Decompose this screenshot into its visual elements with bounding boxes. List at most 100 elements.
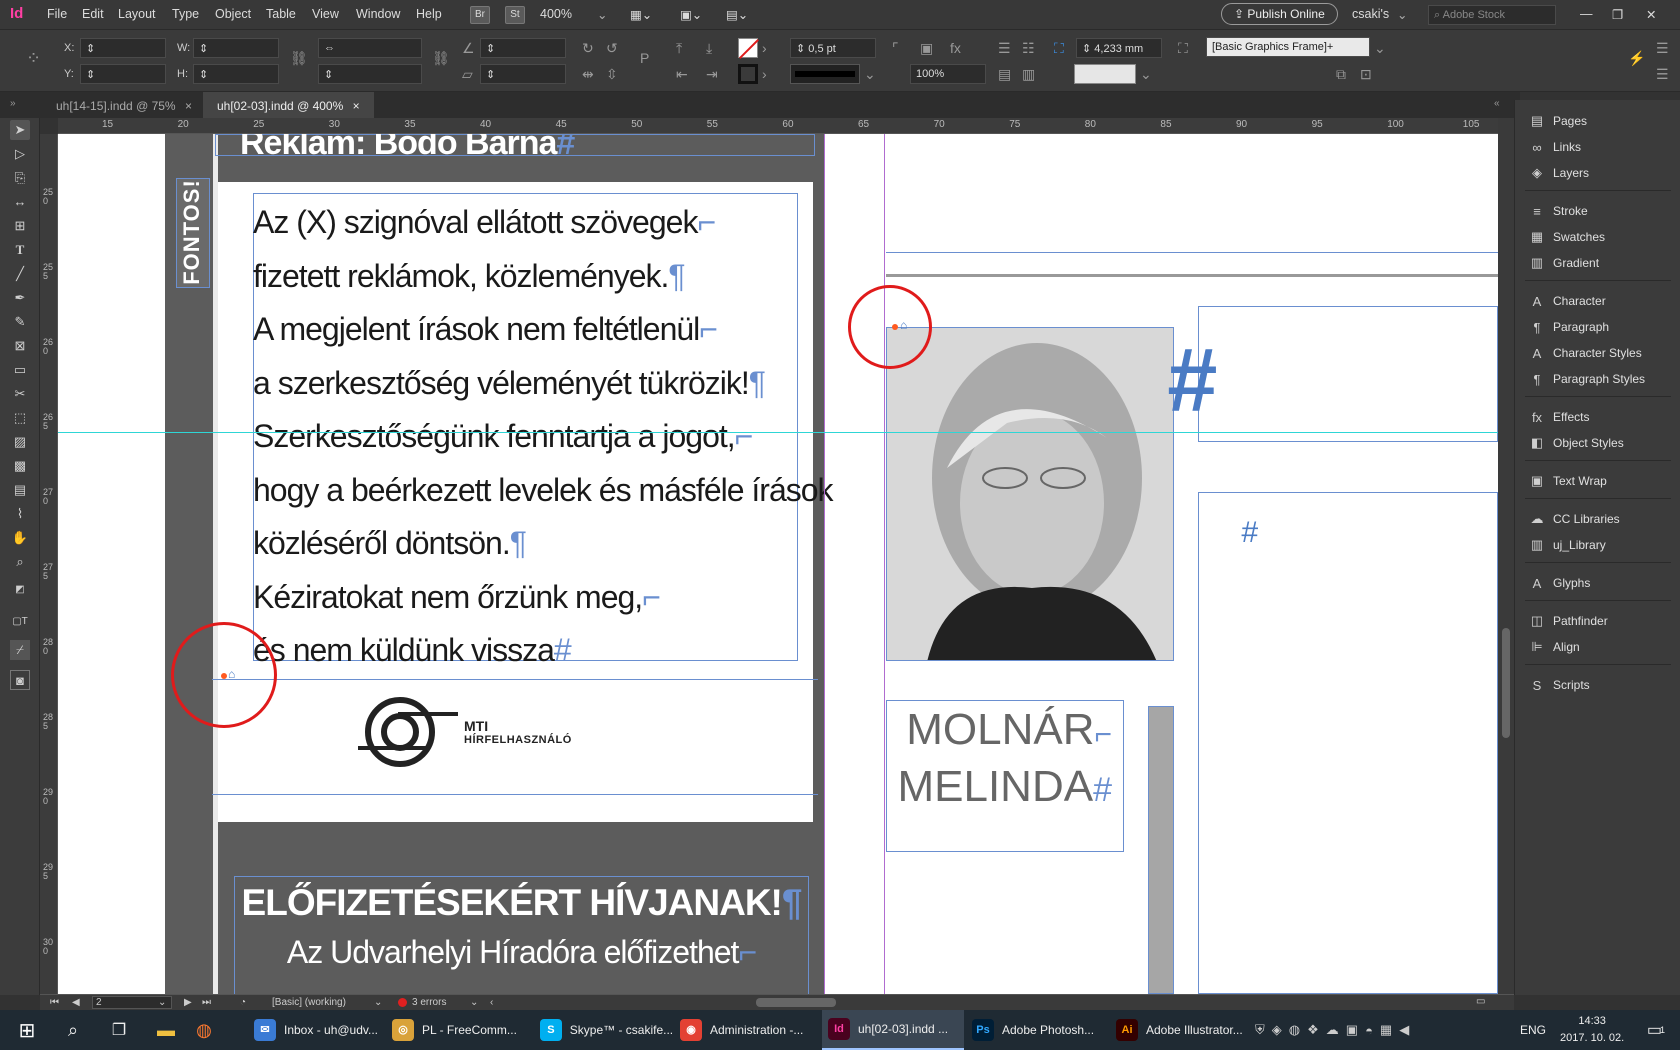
corner-options-icon[interactable]: ⌜ bbox=[892, 40, 899, 56]
restore-icon[interactable]: ❐ bbox=[1612, 7, 1623, 22]
hash-frame-top[interactable] bbox=[1198, 306, 1498, 442]
apply-none-icon[interactable]: ⌿ bbox=[10, 640, 30, 660]
taskbar-app[interactable]: S Skype™ - csakife... bbox=[534, 1010, 672, 1050]
preflight-icon[interactable]: ◔ bbox=[240, 997, 246, 1008]
pencil-tool-icon[interactable]: ✎ bbox=[10, 312, 30, 332]
type-tool-icon[interactable]: T bbox=[10, 240, 30, 260]
scale-y-field[interactable]: ⇕ bbox=[318, 64, 422, 84]
error-count[interactable]: 3 errors bbox=[412, 997, 446, 1008]
drop-shadow-icon[interactable]: ▣ bbox=[920, 40, 933, 56]
fill-dropdown-icon[interactable]: › bbox=[762, 40, 767, 56]
task-view-icon[interactable]: ❐ bbox=[104, 1010, 134, 1050]
rotate-ccw-icon[interactable]: ↺ bbox=[606, 40, 618, 56]
menu-file[interactable]: File bbox=[47, 7, 67, 21]
profile-dropdown-icon[interactable]: ⌄ bbox=[374, 997, 382, 1008]
note-tool-icon[interactable]: ▤ bbox=[10, 480, 30, 500]
system-tray-icons[interactable]: ⛨ ◈ ◍ ❖ ☁ ▣ ◓ ▦ ◀ bbox=[1255, 1010, 1495, 1050]
align-top-icon[interactable]: ☰ bbox=[998, 40, 1011, 56]
tab-uh02-03[interactable]: uh[02-03].indd @ 400% × bbox=[203, 92, 374, 118]
select-container-icon[interactable]: ⤒ bbox=[676, 40, 682, 56]
rotate-cw-icon[interactable]: ↻ bbox=[582, 40, 594, 56]
w-field[interactable]: ⇕ bbox=[193, 38, 279, 58]
panel-align[interactable]: ⊫ Align bbox=[1527, 634, 1579, 660]
object-style-icon[interactable]: ⛶ bbox=[1178, 40, 1188, 56]
frame-preview-dropdown-icon[interactable]: ⌄ bbox=[1140, 66, 1152, 82]
wrap-around-icon[interactable]: ▥ bbox=[1022, 66, 1035, 82]
stroke-dropdown-icon[interactable]: › bbox=[762, 66, 767, 82]
page-tool-icon[interactable]: ⎘ bbox=[10, 168, 30, 188]
flip-horizontal-icon[interactable]: ⇹ bbox=[582, 66, 594, 82]
taskbar-app[interactable]: ✉ Inbox - uh@udv... bbox=[248, 1010, 384, 1050]
formatting-container-icon[interactable]: ▢T bbox=[10, 612, 30, 632]
minimize-icon[interactable]: — bbox=[1580, 7, 1593, 21]
clear-overrides-icon[interactable]: ⧉ bbox=[1336, 66, 1346, 82]
panel-stroke[interactable]: ≡ Stroke bbox=[1527, 198, 1587, 224]
stroke-type-select[interactable] bbox=[790, 64, 860, 84]
x-field[interactable]: ⇕ bbox=[80, 38, 166, 58]
constrain-proportions-icon[interactable]: ⛓ bbox=[290, 50, 308, 66]
panel-options-icon[interactable]: ☰ bbox=[1656, 66, 1669, 82]
gray-bar[interactable] bbox=[1148, 706, 1174, 994]
panel-pages[interactable]: ▤ Pages bbox=[1527, 108, 1587, 134]
user-menu[interactable]: csaki's bbox=[1352, 7, 1389, 21]
fitting-icon[interactable]: ⛶ bbox=[1054, 40, 1064, 56]
tray-icon-6[interactable]: ▣ bbox=[1346, 1022, 1358, 1038]
collapse-toolbox-icon[interactable]: » bbox=[10, 98, 16, 109]
panel-scripts[interactable]: S Scripts bbox=[1527, 672, 1590, 698]
pen-tool-icon[interactable]: ✒ bbox=[10, 288, 30, 308]
empty-text-frame[interactable] bbox=[1198, 492, 1498, 994]
tray-icon-7[interactable]: ◓ bbox=[1365, 1023, 1373, 1038]
panel-paragraph[interactable]: ¶ Paragraph bbox=[1527, 314, 1610, 340]
file-explorer-icon[interactable]: ▬ bbox=[150, 1010, 182, 1050]
free-transform-tool-icon[interactable]: ⬚ bbox=[10, 408, 30, 428]
document-canvas[interactable]: Reklám: Bodó Barna# FONTOS! Az (X) szign… bbox=[58, 134, 1498, 994]
fill-stroke-icon[interactable]: ◩ bbox=[10, 580, 30, 600]
tray-icon-5[interactable]: ☁ bbox=[1326, 1022, 1339, 1038]
panel-effects[interactable]: fx Effects bbox=[1527, 404, 1590, 430]
collapse-panels-icon[interactable]: « bbox=[1494, 98, 1500, 109]
effects-fx-icon[interactable]: fx bbox=[950, 40, 961, 56]
menu-edit[interactable]: Edit bbox=[82, 7, 104, 21]
text-frame-p-icon[interactable]: P bbox=[640, 50, 649, 66]
reference-point-icon[interactable]: ⁘ bbox=[26, 49, 41, 67]
stock-button[interactable]: St bbox=[505, 6, 525, 24]
panel-menu-icon[interactable]: ☰ bbox=[1656, 40, 1669, 56]
tray-icon-1[interactable]: ⛨ bbox=[1255, 1022, 1265, 1038]
rectangle-frame-tool-icon[interactable]: ⊠ bbox=[10, 336, 30, 356]
selection-tool-icon[interactable]: ➤ bbox=[10, 120, 30, 140]
object-style-dropdown-icon[interactable]: ⌄ bbox=[1374, 40, 1386, 56]
panel-links[interactable]: ∞ Links bbox=[1527, 134, 1581, 160]
select-next-icon[interactable]: ⇥ bbox=[706, 66, 718, 82]
publish-online-button[interactable]: ⇪ Publish Online bbox=[1221, 3, 1338, 25]
firefox-icon[interactable]: ◍ bbox=[188, 1010, 220, 1050]
network-icon[interactable]: ▦ bbox=[1380, 1022, 1392, 1038]
menu-table[interactable]: Table bbox=[266, 7, 296, 21]
last-page-icon[interactable]: ⏭ bbox=[202, 997, 211, 1008]
opacity-field[interactable]: 100% bbox=[910, 64, 986, 84]
stroke-swatch[interactable] bbox=[738, 64, 758, 84]
object-style-select[interactable]: [Basic Graphics Frame]+ bbox=[1206, 37, 1370, 57]
menu-type[interactable]: Type bbox=[172, 7, 199, 21]
errors-dropdown-icon[interactable]: ⌄ bbox=[470, 997, 478, 1008]
panel-pathfinder[interactable]: ◫ Pathfinder bbox=[1527, 608, 1608, 634]
windows-start-icon[interactable]: ⊞ bbox=[10, 1010, 44, 1050]
screen-mode-icon[interactable]: ▣⌄ bbox=[680, 7, 702, 22]
constrain-scale-icon[interactable]: ⛓ bbox=[432, 50, 450, 66]
portrait-photo[interactable] bbox=[886, 327, 1174, 661]
zoom-dropdown-icon[interactable]: ⌄ bbox=[597, 7, 607, 22]
vertical-ruler[interactable]: 250255260265270275280285290295300305 bbox=[40, 134, 58, 1031]
next-page-icon[interactable]: ▶ bbox=[184, 997, 192, 1008]
tray-icon-3[interactable]: ◍ bbox=[1289, 1022, 1300, 1038]
panel-text-wrap[interactable]: ▣ Text Wrap bbox=[1527, 468, 1607, 494]
adobe-stock-search[interactable]: ⌕ Adobe Stock bbox=[1428, 5, 1556, 25]
shear-icon[interactable]: ▱ bbox=[462, 66, 473, 82]
panel-gradient[interactable]: ▥ Gradient bbox=[1527, 250, 1599, 276]
tab-uh14-15[interactable]: uh[14-15].indd @ 75% × bbox=[42, 92, 206, 118]
tab-close-icon[interactable]: × bbox=[353, 99, 360, 113]
zoom-tool-icon[interactable]: ⌕ bbox=[10, 552, 30, 572]
taskbar-app[interactable]: Ai Adobe Illustrator... bbox=[1110, 1010, 1256, 1050]
horizontal-ruler[interactable]: 15 20 25 30 35 40 45 50 55 60 65 70 75 80 85 90 95 100 105 bbox=[58, 118, 1498, 134]
bridge-button[interactable]: Br bbox=[470, 6, 490, 24]
user-dropdown-icon[interactable]: ⌄ bbox=[1397, 7, 1407, 22]
eyedropper-tool-icon[interactable]: ⌇ bbox=[10, 504, 30, 524]
